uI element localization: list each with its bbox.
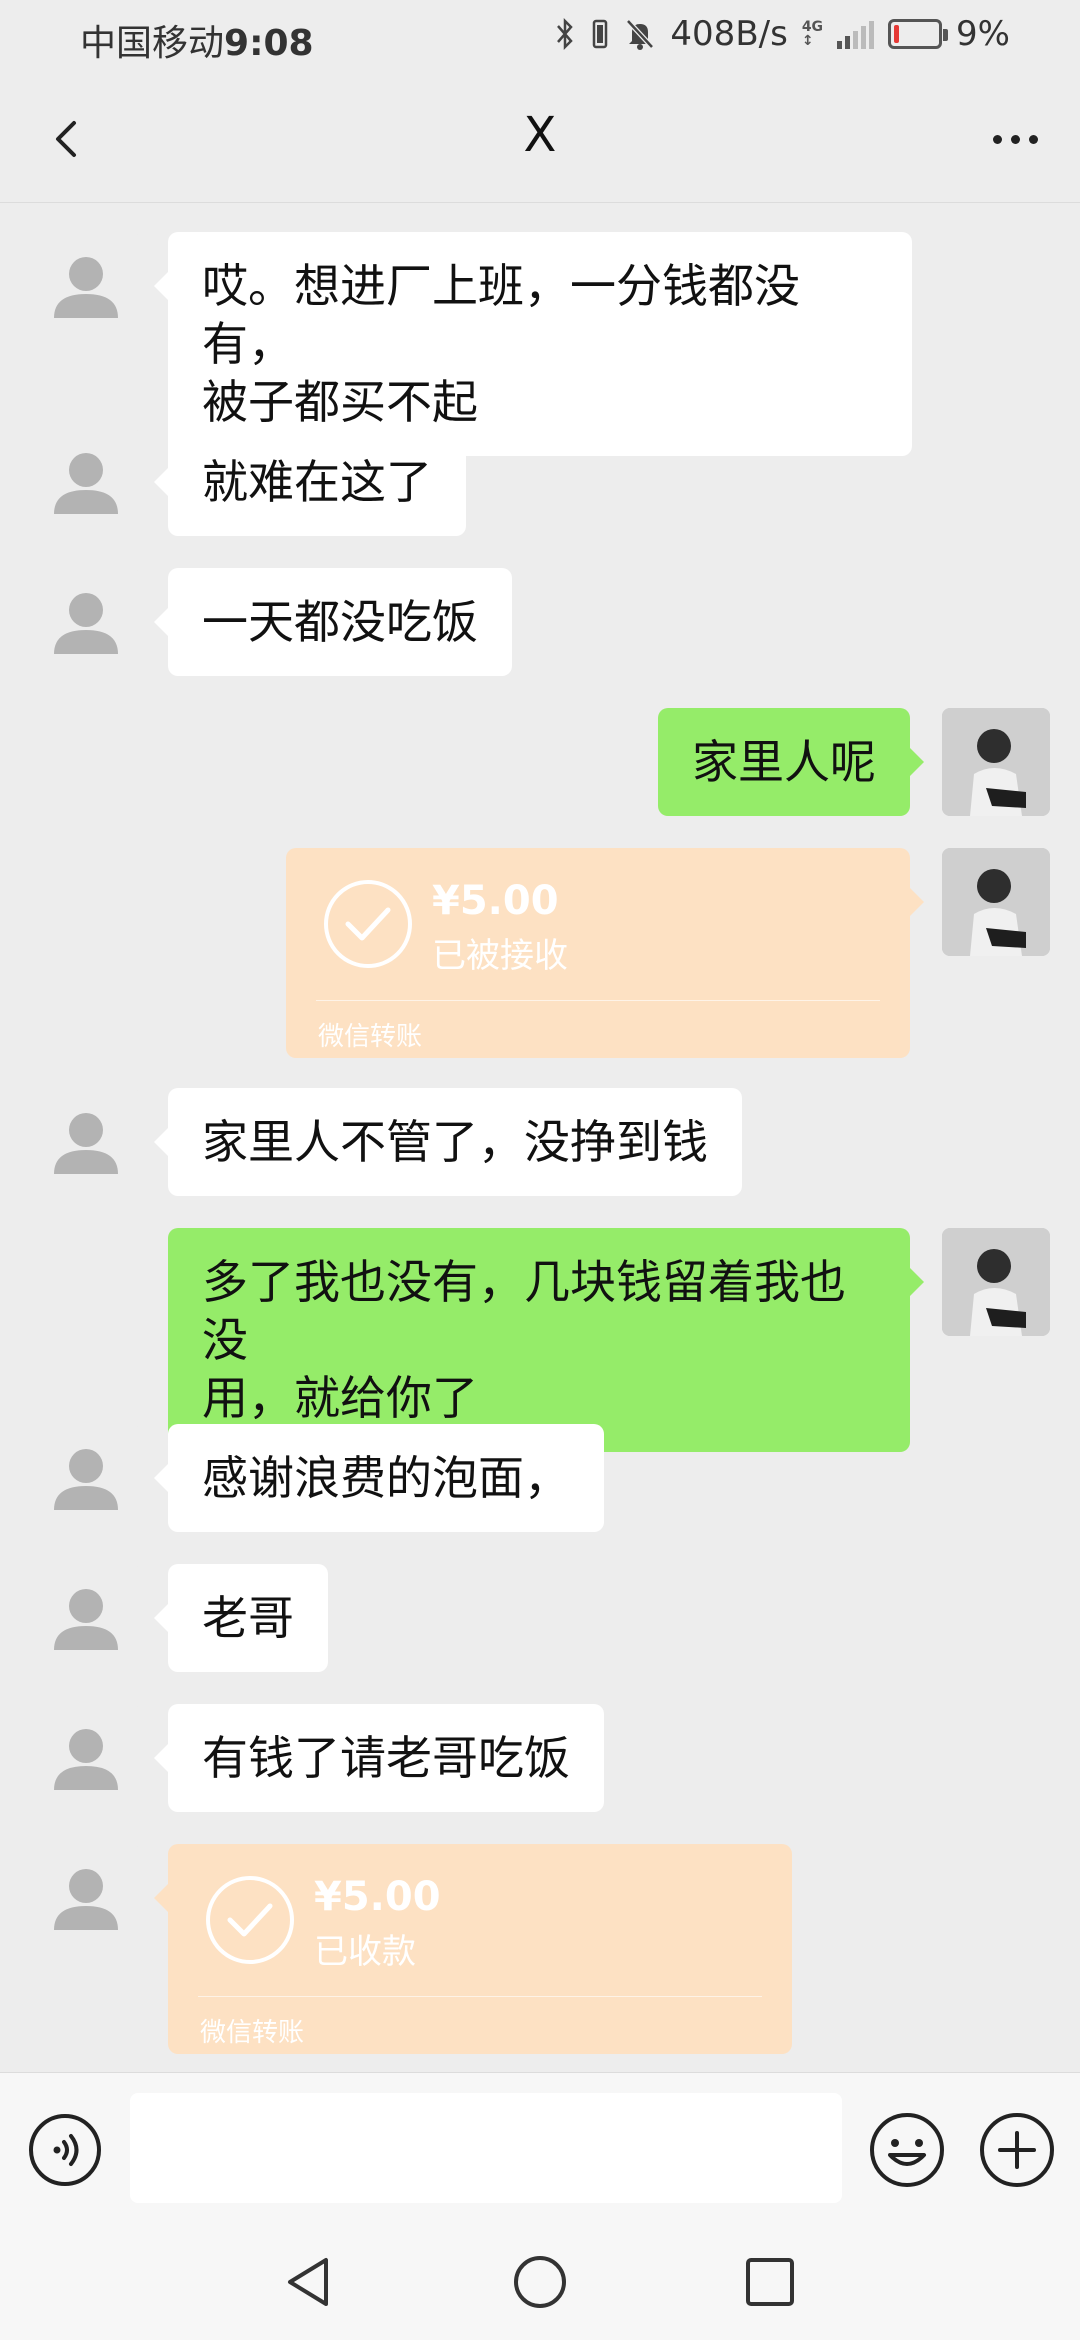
status-bar: 中国移动9:08 408B/s 4G ↕ 9%: [0, 0, 1080, 75]
contact-avatar[interactable]: [32, 1704, 140, 1812]
check-circle-icon: [206, 1876, 294, 1964]
contact-avatar[interactable]: [32, 1844, 140, 1952]
transfer-amount: ¥5.00: [432, 878, 559, 924]
default-avatar-icon: [54, 593, 118, 654]
status-time: 9:08: [224, 23, 314, 64]
transfer-status: 已收款: [314, 1932, 416, 1972]
bluetooth-icon: [557, 17, 574, 51]
transfer-amount: ¥5.00: [314, 1874, 441, 1920]
nav-home-button[interactable]: [510, 2252, 570, 2312]
my-avatar[interactable]: [942, 848, 1050, 956]
divider: [198, 1996, 762, 1997]
message-bubble[interactable]: 一天都没吃饭: [154, 568, 512, 676]
default-avatar-icon: [54, 1869, 118, 1930]
user-photo-avatar: [942, 848, 1050, 956]
divider: [316, 1000, 880, 1001]
contact-avatar[interactable]: [32, 1424, 140, 1532]
default-avatar-icon: [54, 1729, 118, 1790]
transfer-label: 微信转账: [318, 1022, 423, 1052]
more-dots-icon: [992, 134, 1002, 144]
contact-avatar[interactable]: [32, 1564, 140, 1672]
more-dot: [1010, 134, 1020, 144]
voice-button[interactable]: [28, 2113, 102, 2187]
more-dot: [1028, 134, 1038, 144]
default-avatar-icon: [54, 1449, 118, 1510]
my-avatar[interactable]: [942, 1228, 1050, 1336]
transfer-card[interactable]: ¥5.00 已收款 微信转账: [154, 1844, 792, 2054]
mute-bell-icon: [626, 19, 655, 50]
user-photo-avatar: [942, 1228, 1050, 1336]
contact-avatar[interactable]: [32, 428, 140, 536]
message-bubble[interactable]: 多了我也没有，几块钱留着我也没 用，就给你了: [168, 1228, 924, 1452]
system-nav-bar: [0, 2224, 1080, 2340]
check-circle-icon: [324, 880, 412, 968]
net-speed: 408B/s: [670, 14, 788, 54]
vibrate-icon: [593, 19, 608, 49]
more-button[interactable]: [980, 109, 1050, 169]
chat-header: X: [0, 75, 1080, 203]
carrier-name: 中国移动: [80, 23, 225, 64]
message-bubble[interactable]: 感谢浪费的泡面，: [154, 1424, 604, 1532]
signal-icon: [837, 19, 875, 49]
plus-icon: [980, 2113, 1054, 2187]
message-input[interactable]: [130, 2093, 842, 2203]
more-actions-button[interactable]: [978, 2111, 1056, 2189]
default-avatar-icon: [54, 257, 118, 318]
transfer-label: 微信转账: [200, 2018, 305, 2048]
message-bubble[interactable]: 家里人不管了，没挣到钱: [154, 1088, 742, 1196]
default-avatar-icon: [54, 1589, 118, 1650]
status-left: 中国移动9:08: [80, 14, 314, 66]
transfer-status: 已被接收: [432, 936, 568, 976]
battery-level: [894, 25, 900, 43]
emoji-icon: [870, 2113, 944, 2187]
battery-icon: [888, 19, 949, 49]
transfer-card[interactable]: ¥5.00 已被接收 微信转账: [286, 848, 924, 1058]
contact-avatar[interactable]: [32, 232, 140, 340]
contact-avatar[interactable]: [32, 568, 140, 676]
message-bubble[interactable]: 哎。想进厂上班，一分钱都没有， 被子都买不起: [154, 232, 912, 456]
status-right: 408B/s 4G ↕ 9%: [554, 14, 1010, 54]
nav-recents-button[interactable]: [740, 2252, 800, 2312]
message-bubble[interactable]: 有钱了请老哥吃饭: [154, 1704, 604, 1812]
emoji-button[interactable]: [868, 2111, 946, 2189]
contact-avatar[interactable]: [32, 1088, 140, 1196]
voice-icon: [29, 2114, 101, 2186]
user-photo-avatar: [942, 708, 1050, 816]
network-type: 4G ↕: [801, 19, 824, 49]
my-avatar[interactable]: [942, 708, 1050, 816]
message-bubble[interactable]: 家里人呢: [658, 708, 924, 816]
chat-title: X: [523, 107, 557, 163]
chat-messages[interactable]: 哎。想进厂上班，一分钱都没有， 被子都买不起 就难在这了 一天都没吃饭 家里人呢…: [0, 204, 1080, 2072]
nav-recents-icon: [746, 2258, 794, 2306]
input-bar: [0, 2072, 1080, 2224]
message-bubble[interactable]: 就难在这了: [154, 428, 466, 536]
battery-percent: 9%: [956, 14, 1010, 54]
nav-back-button[interactable]: [280, 2252, 340, 2312]
nav-home-icon: [514, 2256, 566, 2308]
nav-back-icon: [288, 2258, 328, 2306]
message-bubble[interactable]: 老哥: [154, 1564, 328, 1672]
default-avatar-icon: [54, 1113, 118, 1174]
default-avatar-icon: [54, 453, 118, 514]
